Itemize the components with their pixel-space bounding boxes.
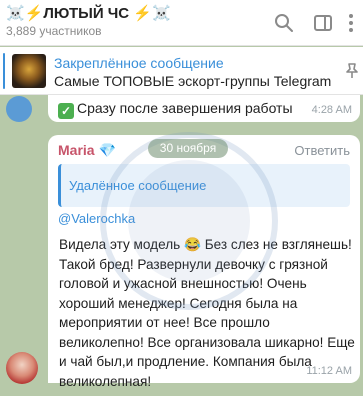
- reply-button[interactable]: Ответить: [294, 143, 350, 158]
- pinned-message-bar[interactable]: Закреплённое сообщение Самые ТОПОВЫЕ эск…: [0, 47, 363, 95]
- pinned-thumbnail: [12, 54, 46, 88]
- message-time: 11:12 AM: [306, 365, 352, 377]
- pinned-title: Закреплённое сообщение: [54, 55, 224, 71]
- chat-header: ☠️⚡ЛЮТЫЙ ЧС ⚡☠️ 3,889 участников: [0, 0, 363, 46]
- chat-title[interactable]: ☠️⚡ЛЮТЫЙ ЧС ⚡☠️: [6, 4, 171, 22]
- sender-name-text: Maria: [58, 142, 95, 158]
- mention-link[interactable]: @Valerochka: [58, 211, 135, 226]
- message-time: 4:28 AM: [311, 104, 352, 116]
- member-count: 3,889 участников: [6, 24, 102, 38]
- quote-text: Удалённое сообщение: [69, 178, 207, 193]
- sidebar-toggle-icon[interactable]: [312, 12, 334, 34]
- gem-icon: 💎: [98, 142, 116, 158]
- pin-icon[interactable]: [342, 61, 362, 81]
- pinned-indicator: [3, 53, 5, 89]
- message-text-content: Сразу после завершения работы: [77, 100, 293, 116]
- bot-avatar[interactable]: [6, 96, 32, 122]
- message-bubble: Maria 💎 Ответить Удалённое сообщение @Va…: [48, 135, 360, 389]
- message-text: ✓ Сразу после завершения работы: [58, 100, 293, 119]
- date-divider: 30 ноября: [148, 139, 228, 158]
- reply-quote[interactable]: Удалённое сообщение: [58, 164, 350, 207]
- pinned-text: Самые ТОПОВЫЕ эскорт-группы Telegram: [54, 73, 332, 89]
- check-icon: ✓: [58, 103, 74, 119]
- sender-name[interactable]: Maria 💎: [58, 142, 116, 159]
- search-icon[interactable]: [273, 12, 295, 34]
- message-bubble-previous: ✓ Сразу после завершения работы 4:28 AM: [48, 95, 360, 122]
- avatar[interactable]: [6, 352, 38, 384]
- more-icon[interactable]: [340, 12, 362, 34]
